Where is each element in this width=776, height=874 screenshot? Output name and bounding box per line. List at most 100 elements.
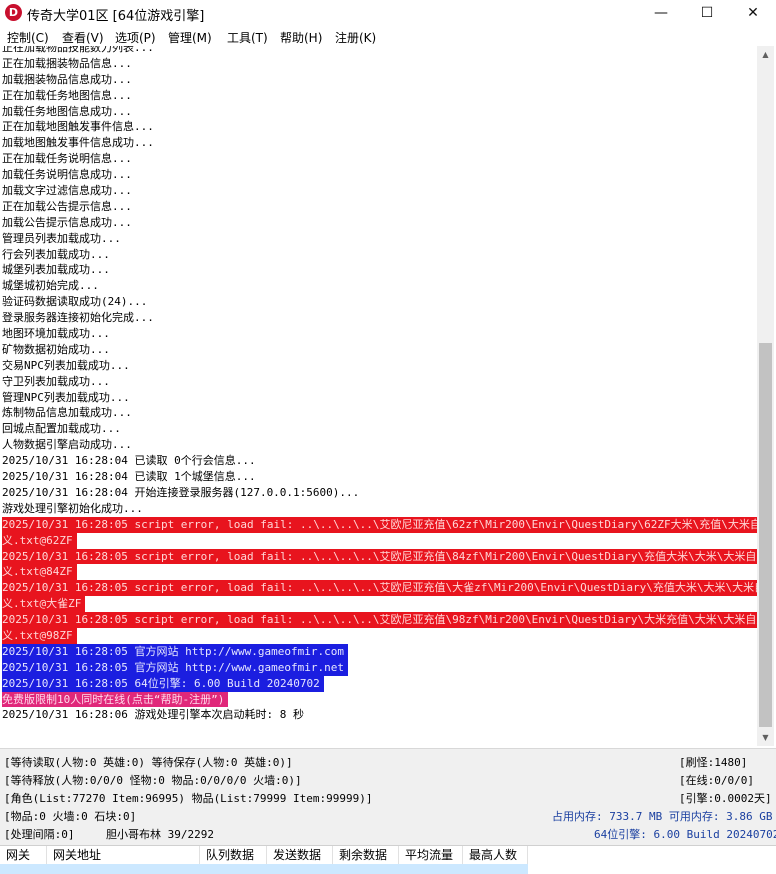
log-line-text: 人物数据引擎启动成功... xyxy=(2,438,132,452)
log-panel[interactable]: 正在加载物品技能数力列表... 正在加载捆装物品信息... 加载捆装物品信息成功..… xyxy=(0,46,757,746)
log-line: 守卫列表加载成功... xyxy=(2,374,754,390)
app-icon[interactable]: D xyxy=(5,4,22,21)
status-monster: 胆小哥布林 39/2292 xyxy=(106,828,214,841)
log-line-text: 行会列表加载成功... xyxy=(2,247,110,261)
log-line-text: 正在加载任务说明信息... xyxy=(2,152,132,166)
log-line-text: 2025/10/31 16:28:06 游戏处理引擎本次启动耗时: 8 秒 xyxy=(2,708,304,722)
col-sent-data[interactable]: 发送数据 xyxy=(267,846,333,865)
log-line: 免费版限制10人同时在线(点击“帮助-注册”) xyxy=(2,691,754,708)
col-gateway-address[interactable]: 网关地址 xyxy=(47,846,200,865)
col-queue-data[interactable]: 队列数据 xyxy=(200,846,267,865)
log-line: 2025/10/31 16:28:05 64位引擎: 6.00 Build 20… xyxy=(2,675,754,692)
log-line-text: 游戏处理引擎初始化成功... xyxy=(2,501,143,515)
log-line-text: 2025/10/31 16:28:05 script error, load f… xyxy=(2,612,757,628)
minimize-button[interactable]: — xyxy=(638,0,684,26)
log-line-text: 地图环境加载成功... xyxy=(2,327,110,341)
maximize-button[interactable]: ☐ xyxy=(684,0,730,26)
col-avg-traffic[interactable]: 平均流量 xyxy=(399,846,463,865)
log-line-text: 义.txt@98ZF xyxy=(2,627,77,644)
log-line-text: 城堡城初始完成... xyxy=(2,279,99,293)
log-line-text: 2025/10/31 16:28:04 开始连接登录服务器(127.0.0.1:… xyxy=(2,485,360,499)
log-line: 人物数据引擎启动成功... xyxy=(2,437,754,453)
menu-help[interactable]: 帮助(H) xyxy=(280,29,322,46)
log-line: 正在加载任务地图信息... xyxy=(2,88,754,104)
log-line: 正在加载地图触发事件信息... xyxy=(2,119,754,135)
log-line: 2025/10/31 16:28:05 script error, load f… xyxy=(2,548,757,565)
log-line: 回城点配置加载成功... xyxy=(2,421,754,437)
menu-tools[interactable]: 工具(T) xyxy=(227,29,268,46)
log-line-text: 加载公告提示信息成功... xyxy=(2,215,132,229)
log-line-text: 矿物数据初始成功... xyxy=(2,342,110,356)
log-line-text: 义.txt@大雀ZF xyxy=(2,596,86,613)
title-bar[interactable]: D 传奇大学01区 [64位游戏引擎] — ☐ ✕ xyxy=(0,0,776,26)
log-line-text: 正在加载公告提示信息... xyxy=(2,199,132,213)
gateway-table-header: 网关 网关地址 队列数据 发送数据 剩余数据 平均流量 最高人数 xyxy=(0,845,776,865)
menu-manage[interactable]: 管理(M) xyxy=(168,29,212,46)
log-line-text: 正在加载任务地图信息... xyxy=(2,88,132,102)
log-line: 加载文字过滤信息成功... xyxy=(2,183,754,199)
log-line-text: 正在加载捆装物品信息... xyxy=(2,56,132,70)
window-title: 传奇大学01区 [64位游戏引擎] xyxy=(27,9,205,24)
log-line-text: 2025/10/31 16:28:05 官方网站 http://www.game… xyxy=(2,643,349,660)
log-line: 加载任务说明信息成功... xyxy=(2,167,754,183)
menu-register[interactable]: 注册(K) xyxy=(335,29,376,46)
log-line: 正在加载公告提示信息... xyxy=(2,199,754,215)
log-line-text: 2025/10/31 16:28:05 官方网站 http://www.game… xyxy=(2,659,349,676)
log-line-text: 管理NPC列表加载成功... xyxy=(2,390,130,404)
log-line-text: 回城点配置加载成功... xyxy=(2,422,121,436)
log-line: 2025/10/31 16:28:04 已读取 0个行会信息... xyxy=(2,453,754,469)
col-max-users[interactable]: 最高人数 xyxy=(463,846,528,865)
log-line: 验证码数据读取成功(24)... xyxy=(2,294,754,310)
log-line: 管理员列表加载成功... xyxy=(2,231,754,247)
status-release-queue: [等待释放(人物:0/0/0 怪物:0 物品:0/0/0/0 火墙:0)] xyxy=(4,774,302,787)
log-line: 交易NPC列表加载成功... xyxy=(2,358,754,374)
log-line: 2025/10/31 16:28:05 官方网站 http://www.game… xyxy=(2,643,754,660)
log-line: 地图环境加载成功... xyxy=(2,326,754,342)
log-line: 矿物数据初始成功... xyxy=(2,342,754,358)
menu-bar: 控制(C) 查看(V) 选项(P) 管理(M) 工具(T) 帮助(H) 注册(K… xyxy=(0,26,776,46)
log-line: 登录服务器连接初始化完成... xyxy=(2,310,754,326)
log-line: 正在加载捆装物品信息... xyxy=(2,56,754,72)
log-line: 2025/10/31 16:28:05 script error, load f… xyxy=(2,516,757,533)
log-line-text: 守卫列表加载成功... xyxy=(2,374,110,388)
scroll-thumb[interactable] xyxy=(759,343,772,727)
scroll-down-icon[interactable]: ▼ xyxy=(757,729,774,746)
status-online: [在线:0/0/0] xyxy=(679,774,754,787)
log-line-text: 加载文字过滤信息成功... xyxy=(2,184,132,198)
log-line: 义.txt@84ZF xyxy=(2,564,754,581)
log-line: 城堡列表加载成功... xyxy=(2,262,754,278)
log-line: 管理NPC列表加载成功... xyxy=(2,390,754,406)
table-row[interactable] xyxy=(0,864,528,874)
log-line: 义.txt@98ZF xyxy=(2,627,754,644)
log-line: 行会列表加载成功... xyxy=(2,247,754,263)
status-object-lists: [角色(List:77270 Item:96995) 物品(List:79999… xyxy=(4,792,373,805)
col-gateway[interactable]: 网关 xyxy=(0,846,47,865)
log-line: 2025/10/31 16:28:05 官方网站 http://www.game… xyxy=(2,659,754,676)
log-line-text: 2025/10/31 16:28:04 已读取 0个行会信息... xyxy=(2,454,256,468)
log-line-text: 城堡列表加载成功... xyxy=(2,263,110,277)
log-line-text: 义.txt@62ZF xyxy=(2,532,77,549)
log-line: 义.txt@大雀ZF xyxy=(2,596,754,613)
menu-options[interactable]: 选项(P) xyxy=(115,29,156,46)
close-button[interactable]: ✕ xyxy=(730,0,776,26)
log-scrollbar[interactable]: ▲ ▼ xyxy=(757,46,774,746)
status-spawn: [刷怪:1480] xyxy=(679,756,748,769)
log-line: 义.txt@62ZF xyxy=(2,532,754,549)
log-line: 游戏处理引擎初始化成功... xyxy=(2,501,754,517)
menu-control[interactable]: 控制(C) xyxy=(7,29,49,46)
log-line: 城堡城初始完成... xyxy=(2,278,754,294)
log-line: 加载地图触发事件信息成功... xyxy=(2,135,754,151)
col-remaining-data[interactable]: 剩余数据 xyxy=(333,846,399,865)
log-line: 正在加载任务说明信息... xyxy=(2,151,754,167)
log-line: 2025/10/31 16:28:04 开始连接登录服务器(127.0.0.1:… xyxy=(2,485,754,501)
status-engine-version: 64位引擎: 6.00 Build 20240702 xyxy=(594,828,776,841)
status-interval: [处理间隔:0] xyxy=(4,828,75,841)
log-line-text: 交易NPC列表加载成功... xyxy=(2,358,130,372)
status-save-queue: [等待读取(人物:0 英雄:0) 等待保存(人物:0 英雄:0)] xyxy=(4,756,293,769)
log-line-text: 2025/10/31 16:28:04 已读取 1个城堡信息... xyxy=(2,470,256,484)
menu-view[interactable]: 查看(V) xyxy=(62,29,104,46)
log-line-text: 验证码数据读取成功(24)... xyxy=(2,295,148,309)
scroll-up-icon[interactable]: ▲ xyxy=(757,46,774,63)
log-line-text: 加载捆装物品信息成功... xyxy=(2,72,132,86)
log-line: 炼制物品信息加载成功... xyxy=(2,405,754,421)
